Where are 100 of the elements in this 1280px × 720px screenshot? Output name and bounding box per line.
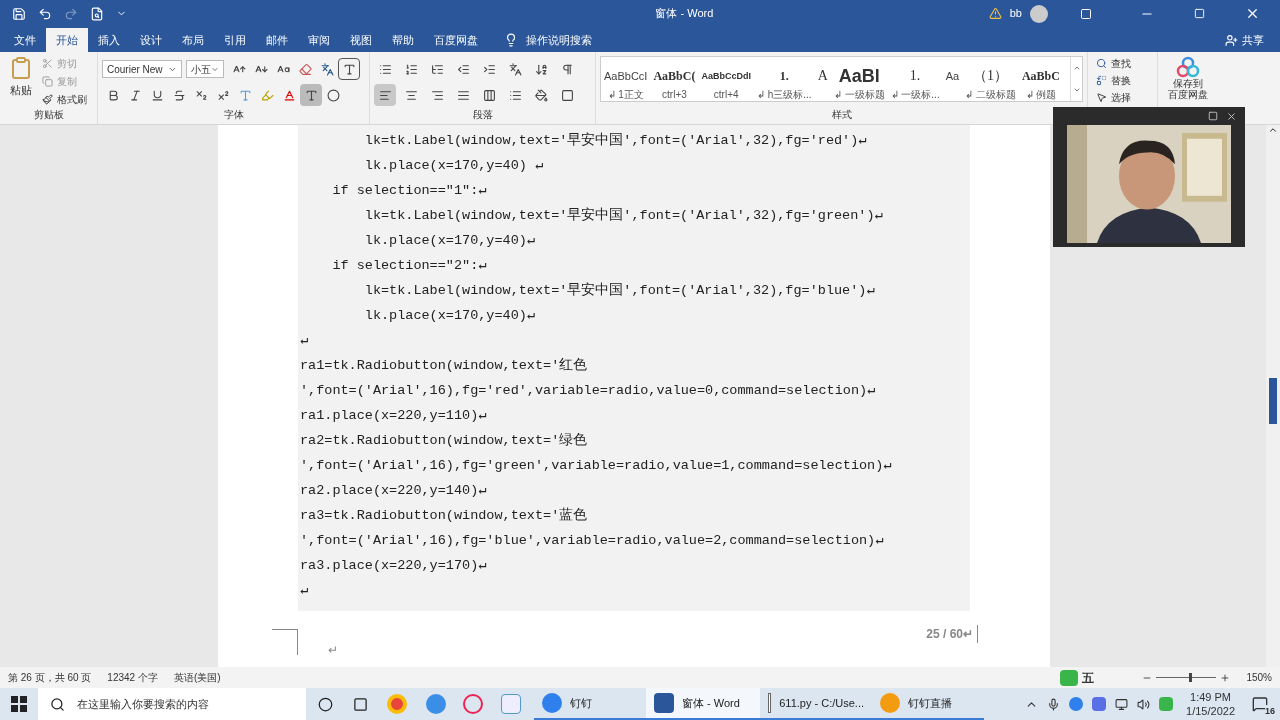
format-painter-button[interactable]: 格式刷 xyxy=(42,92,87,107)
code-line: ra2=tk.Radiobutton(window,text='绿色 xyxy=(299,432,589,450)
ribbon-tab[interactable]: 审阅 xyxy=(298,28,340,52)
browser-icon[interactable] xyxy=(387,694,407,714)
scissors-icon xyxy=(42,58,53,69)
search-icon xyxy=(1096,58,1107,69)
search-icon xyxy=(50,696,65,712)
char-border-icon[interactable] xyxy=(338,58,360,80)
microphone-icon[interactable] xyxy=(1047,697,1061,711)
lightbulb-icon xyxy=(504,33,518,47)
code-line: ',font=('Arial',16),fg='red',variable=radio,value=0,command=selection)↵ xyxy=(299,382,877,400)
scrollbar-thumb[interactable] xyxy=(1269,378,1277,424)
task-view-icon[interactable] xyxy=(353,696,368,712)
ribbon-tab[interactable]: 布局 xyxy=(172,28,214,52)
restore-icon[interactable] xyxy=(1194,8,1205,19)
ribbon-tab[interactable]: 开始 xyxy=(46,28,88,52)
style-preset[interactable]: AaBbCcI ↲ 1正文 xyxy=(601,57,651,101)
volume-icon[interactable] xyxy=(1137,697,1151,711)
char-shading-icon[interactable] xyxy=(300,84,322,106)
save-to-cloud-button[interactable]: 保存到 百度网盘 xyxy=(1158,52,1218,106)
app-icon[interactable] xyxy=(463,694,483,714)
shield-icon[interactable] xyxy=(1092,697,1107,711)
font-size-field[interactable]: 小五 xyxy=(186,60,224,78)
search-field[interactable]: 在这里输入你要搜索的内容 xyxy=(38,688,306,720)
crop-mark xyxy=(272,629,298,655)
undo-icon[interactable] xyxy=(38,6,52,21)
app-icon[interactable] xyxy=(1069,697,1084,711)
code-line: lk.place(x=170,y=40)↵ xyxy=(363,307,536,325)
avatar-icon[interactable] xyxy=(1030,4,1048,23)
style-preset[interactable]: Aa xyxy=(942,57,963,101)
ribbon-tab[interactable]: 帮助 xyxy=(382,28,424,52)
replace-button[interactable]: 替换 xyxy=(1096,73,1149,88)
app-icon[interactable] xyxy=(501,694,521,714)
taskbar-app[interactable]: 611.py - C:/Use... xyxy=(760,688,872,720)
style-preset[interactable]: AaBl ↲ 一级标题 xyxy=(830,57,888,101)
taskbar-app[interactable]: 窗体 - Word xyxy=(646,688,760,720)
ribbon-tab[interactable]: 邮件 xyxy=(256,28,298,52)
save-icon[interactable] xyxy=(12,6,26,21)
ribbon-display-icon[interactable] xyxy=(1080,7,1092,20)
style-preset[interactable]: （1） ↲ 二级标题 xyxy=(962,57,1019,101)
scroll-down-icon[interactable] xyxy=(1072,86,1081,94)
page-number: 25 / 60↵ xyxy=(926,625,978,643)
ribbon-tab[interactable]: 设计 xyxy=(130,28,172,52)
code-line: ra3=tk.Radiobutton(window,text='蓝色 xyxy=(299,506,589,525)
warning-icon xyxy=(988,7,1002,20)
code-line: lk=tk.Label(window,text='早安中国',font=('Arial',32),fg='red')↵ xyxy=(363,131,868,150)
code-line: ',font=('Arial',16),fg='green',variable=radio,value=1,command=selection)↵ xyxy=(299,457,893,475)
code-line: ra3.place(x=220,y=170)↵ xyxy=(299,557,488,575)
close-icon[interactable] xyxy=(1226,110,1237,122)
group-label: 剪贴板 xyxy=(32,108,65,122)
code-line: lk.place(x=170,y=40) ↵ xyxy=(363,157,545,175)
close-icon[interactable] xyxy=(1245,6,1260,21)
ribbon-tab[interactable]: 视图 xyxy=(340,28,382,52)
scroll-up-icon[interactable] xyxy=(1072,64,1081,72)
ribbon-tab[interactable]: 插入 xyxy=(88,28,130,52)
brush-icon xyxy=(42,94,53,105)
select-button[interactable]: 选择 xyxy=(1096,90,1149,105)
group-label: 段落 xyxy=(471,108,494,122)
print-preview-icon[interactable] xyxy=(90,6,104,21)
code-line: ↵ xyxy=(299,332,310,350)
ime-mode: 五 xyxy=(1082,669,1095,687)
browser-icon[interactable] xyxy=(426,694,446,714)
search-input[interactable]: 在这里输入你要搜索的内容 xyxy=(77,695,294,713)
app-icon xyxy=(880,693,900,713)
word-count: 12342 个字 xyxy=(107,671,158,685)
style-preset[interactable]: 1. ↲ 一级标... xyxy=(887,57,943,101)
style-preset[interactable]: 1. ↲ h三级标... xyxy=(753,57,815,101)
code-line: ',font=('Arial',16),fg='blue',variable=radio,value=2,command=selection)↵ xyxy=(299,532,885,550)
document-icon xyxy=(768,693,772,713)
find-button[interactable]: 查找 xyxy=(1096,56,1149,71)
zoom-level[interactable]: 150% xyxy=(1246,670,1272,685)
ribbon-tab[interactable]: 文件 xyxy=(4,28,46,52)
share-button[interactable]: 共享 xyxy=(1225,28,1264,52)
window-title: 窗体 - Word xyxy=(655,6,714,22)
user-name: bb xyxy=(1009,6,1022,22)
replace-icon xyxy=(1096,75,1107,86)
align-left-icon[interactable] xyxy=(374,84,396,106)
scroll-up-icon[interactable] xyxy=(1268,125,1278,135)
ime-icon xyxy=(1060,669,1079,686)
clipboard-icon xyxy=(9,56,33,80)
zoom-in-icon[interactable] xyxy=(1220,672,1231,683)
tell-me-field[interactable]: 操作说明搜索 xyxy=(504,28,592,52)
copy-icon xyxy=(42,76,53,87)
word-icon xyxy=(654,693,674,713)
paste-button[interactable]: 粘贴 xyxy=(4,56,38,107)
style-preset[interactable]: AaBbC ↲ 例题 xyxy=(1018,57,1063,101)
network-icon[interactable] xyxy=(1115,697,1129,711)
code-line: ra1.place(x=220,y=110)↵ xyxy=(299,407,488,425)
maximize-icon[interactable] xyxy=(1208,111,1218,121)
code-line: ↵ xyxy=(299,582,310,600)
style-preset[interactable]: A xyxy=(814,57,831,101)
app-icon xyxy=(542,693,562,713)
cortana-icon[interactable] xyxy=(318,696,333,712)
taskbar-app[interactable]: 钉钉直播 xyxy=(872,688,984,720)
ribbon-tab[interactable]: 引用 xyxy=(214,28,256,52)
code-line: lk.place(x=170,y=40)↵ xyxy=(363,232,536,250)
style-preset[interactable]: AaBbC( ctrl+3 xyxy=(650,57,699,101)
ribbon-tab[interactable]: 百度网盘 xyxy=(424,28,488,52)
font-name-field[interactable]: Courier New xyxy=(102,60,182,78)
style-preset[interactable]: AaBbCcDdI ctrl+4 xyxy=(698,57,754,101)
